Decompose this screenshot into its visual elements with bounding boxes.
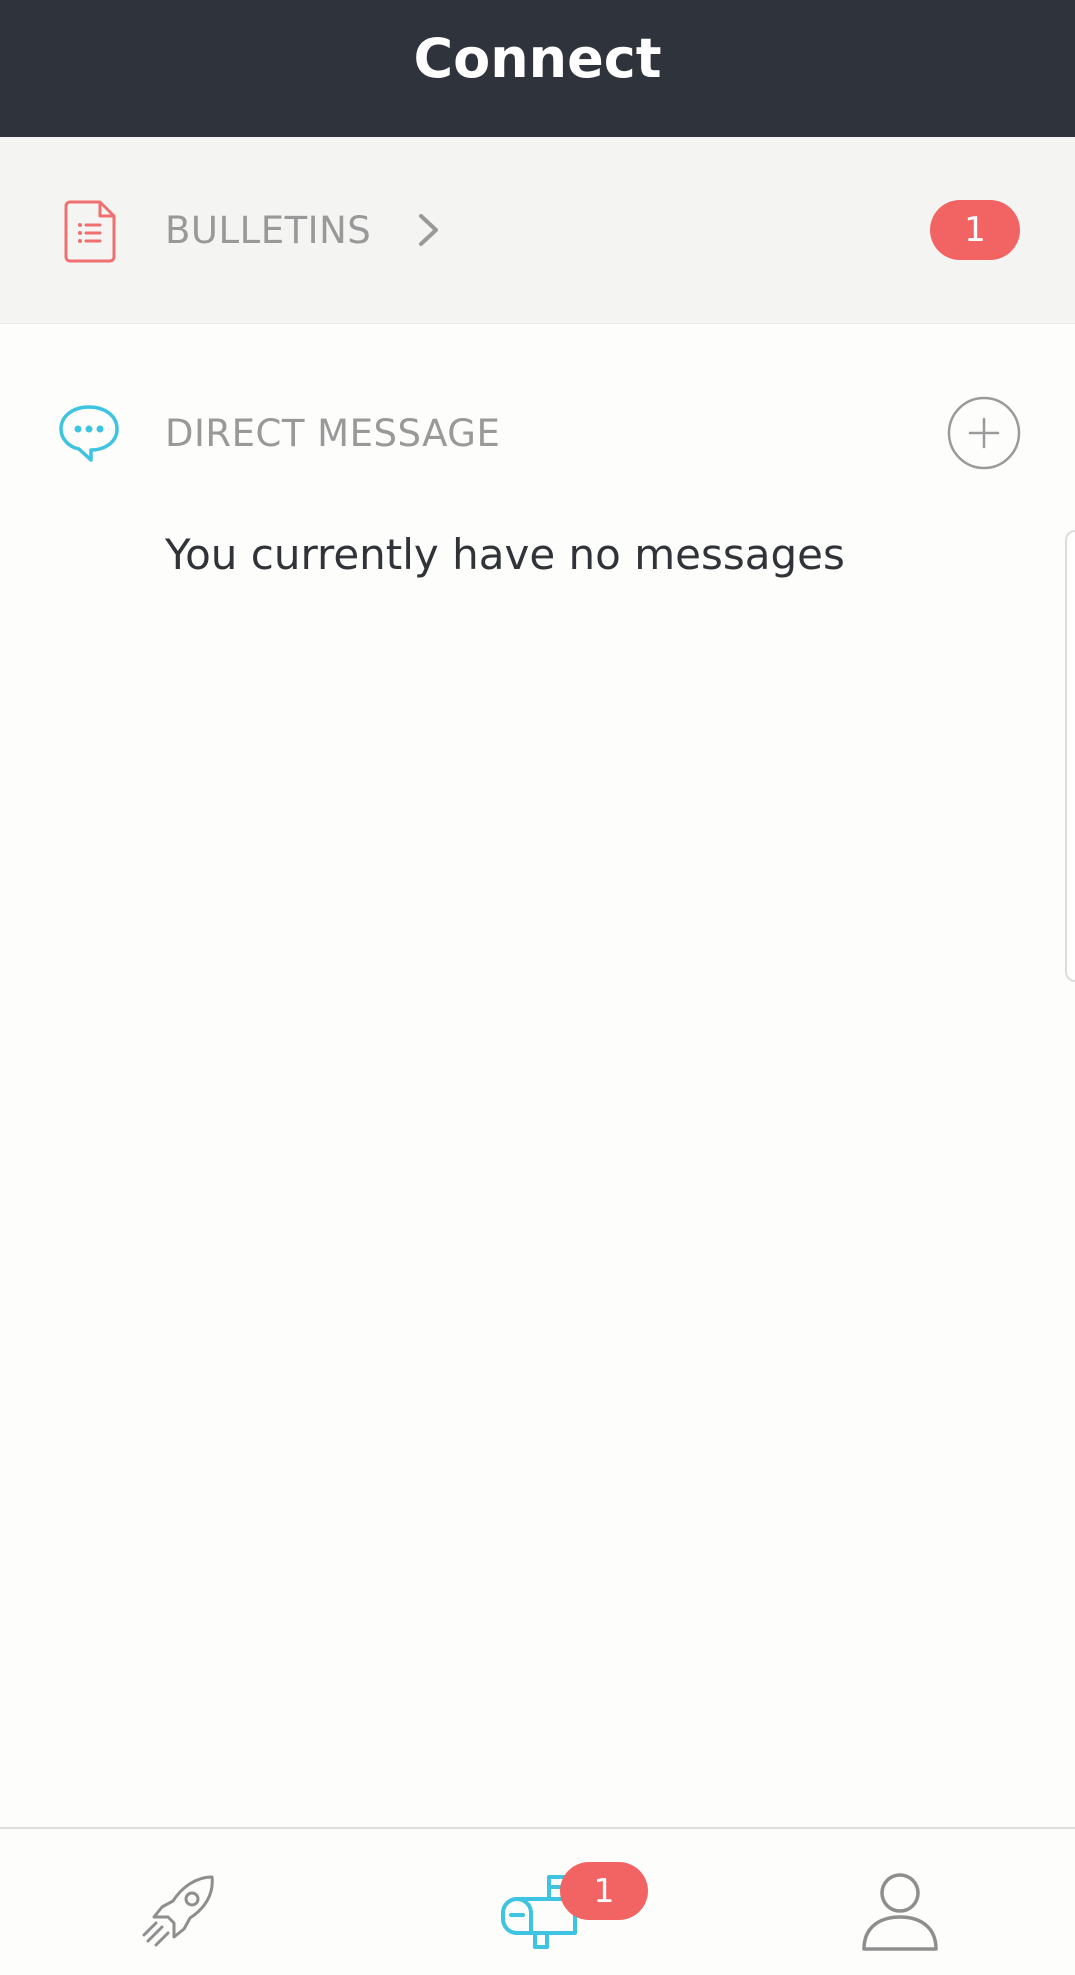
- nav-connect-badge: 1: [560, 1862, 648, 1920]
- rocket-icon: [142, 1875, 214, 1947]
- direct-message-row: DIRECT MESSAGE: [0, 323, 1075, 543]
- bulletins-row[interactable]: BULLETINS 1: [0, 137, 1075, 324]
- profile-icon: [862, 1873, 938, 1951]
- bulletins-count-badge: 1: [930, 200, 1020, 260]
- new-message-button[interactable]: [946, 395, 1022, 471]
- chevron-right-icon: [419, 214, 438, 246]
- direct-message-label: DIRECT MESSAGE: [165, 412, 501, 455]
- chat-bubble-icon: [59, 405, 119, 462]
- document-list-icon: [64, 200, 116, 263]
- empty-messages-text: You currently have no messages: [165, 530, 845, 579]
- edge-panel-handle[interactable]: [1065, 530, 1075, 982]
- nav-item-discover[interactable]: [80, 1829, 280, 1975]
- app-header: Connect: [0, 0, 1075, 137]
- nav-item-connect[interactable]: 1: [437, 1829, 648, 1975]
- bulletins-label: BULLETINS: [165, 209, 372, 252]
- nav-item-profile[interactable]: [800, 1829, 1000, 1975]
- bottom-nav: 1: [0, 1827, 1075, 1975]
- page-title: Connect: [413, 27, 662, 90]
